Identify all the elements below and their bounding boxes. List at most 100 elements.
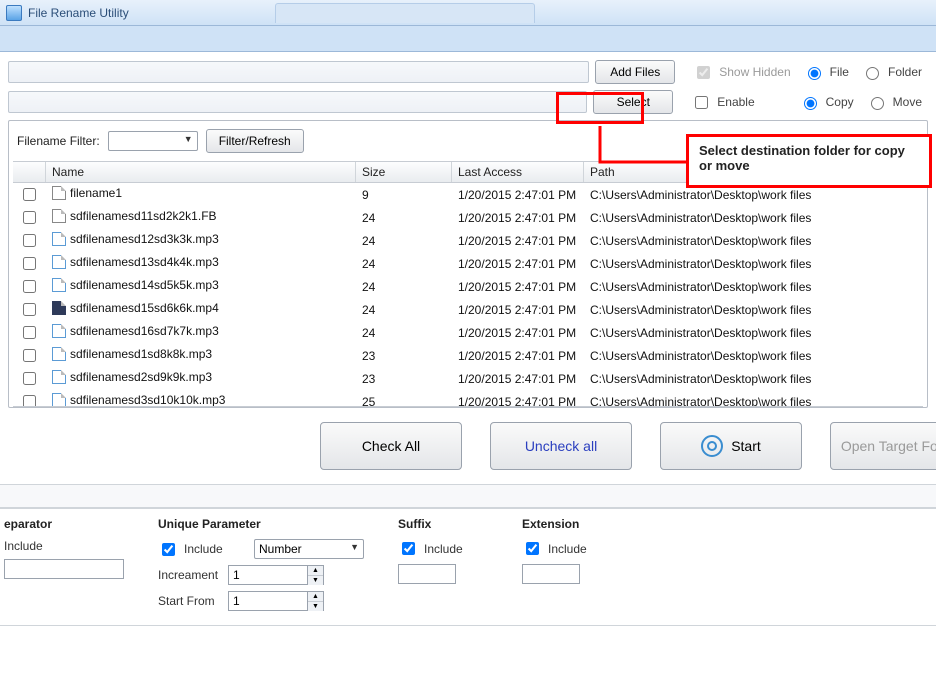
start-from-input[interactable] (229, 592, 307, 610)
col-header-size[interactable]: Size (356, 162, 452, 183)
file-path: C:\Users\Administrator\Desktop\work file… (584, 229, 923, 252)
suffix-include-checkbox[interactable] (402, 542, 415, 555)
check-all-button[interactable]: Check All (320, 422, 462, 470)
destination-path-input[interactable] (8, 91, 587, 113)
suffix-include-label: Include (424, 542, 488, 556)
down-arrow-icon[interactable]: ▼ (308, 576, 323, 585)
file-radio[interactable] (808, 67, 821, 80)
uncheck-all-button[interactable]: Uncheck all (490, 422, 632, 470)
unique-parameter-group: Unique Parameter Include Number Increame… (154, 517, 368, 617)
row-checkbox[interactable] (23, 395, 36, 407)
start-button[interactable]: Start (660, 422, 802, 470)
divider-bar (0, 484, 936, 508)
enable-checkbox[interactable] (695, 96, 708, 109)
table-row[interactable]: sdfilenamesd13sd4k4k.mp3241/20/2015 2:47… (13, 252, 923, 275)
separator-title: eparator (4, 517, 124, 531)
extension-input[interactable] (522, 564, 580, 584)
start-label: Start (731, 438, 761, 454)
file-name: filename1 (70, 186, 122, 200)
file-name: sdfilenamesd11sd2k2k1.FB (70, 209, 217, 223)
folder-radio[interactable] (866, 67, 879, 80)
table-row[interactable]: sdfilenamesd3sd10k10k.mp3251/20/2015 2:4… (13, 390, 923, 407)
filter-combo[interactable] (108, 131, 198, 151)
file-size: 25 (356, 390, 452, 407)
file-icon (52, 232, 66, 246)
add-files-path-input[interactable] (8, 61, 589, 83)
table-row[interactable]: sdfilenamesd15sd6k6k.mp4241/20/2015 2:47… (13, 298, 923, 321)
row-checkbox[interactable] (23, 188, 36, 201)
file-size: 23 (356, 344, 452, 367)
unique-type-selected: Number (255, 542, 302, 556)
unique-include-checkbox[interactable] (162, 543, 175, 556)
file-icon (52, 186, 66, 200)
app-icon (6, 5, 22, 21)
extension-include-checkbox[interactable] (526, 542, 539, 555)
file-name: sdfilenamesd2sd9k9k.mp3 (70, 370, 212, 384)
file-table: Name Size Last Access Path filename191/2… (13, 162, 923, 407)
table-row[interactable]: sdfilenamesd11sd2k2k1.FB241/20/2015 2:47… (13, 206, 923, 229)
table-row[interactable]: sdfilenamesd16sd7k7k.mp3241/20/2015 2:47… (13, 321, 923, 344)
row-checkbox[interactable] (23, 349, 36, 362)
file-size: 23 (356, 367, 452, 390)
row-checkbox[interactable] (23, 211, 36, 224)
file-size: 24 (356, 275, 452, 298)
file-name: sdfilenamesd14sd5k5k.mp3 (70, 278, 219, 292)
separator-input[interactable] (4, 559, 124, 579)
down-arrow-icon[interactable]: ▼ (308, 602, 323, 611)
ribbon-strip (0, 26, 936, 52)
filter-refresh-button[interactable]: Filter/Refresh (206, 129, 304, 153)
file-last-access: 1/20/2015 2:47:01 PM (452, 344, 584, 367)
annotation-highlight-select (556, 92, 644, 124)
separator-group: eparator Include (0, 517, 128, 617)
file-last-access: 1/20/2015 2:47:01 PM (452, 298, 584, 321)
up-arrow-icon[interactable]: ▲ (308, 592, 323, 602)
row-checkbox[interactable] (23, 372, 36, 385)
table-row[interactable]: sdfilenamesd12sd3k3k.mp3241/20/2015 2:47… (13, 229, 923, 252)
file-name: sdfilenamesd1sd8k8k.mp3 (70, 347, 212, 361)
file-name: sdfilenamesd3sd10k10k.mp3 (70, 393, 225, 407)
file-path: C:\Users\Administrator\Desktop\work file… (584, 321, 923, 344)
col-header-name[interactable]: Name (46, 162, 356, 183)
file-icon (52, 255, 66, 269)
file-icon (52, 347, 66, 361)
file-path: C:\Users\Administrator\Desktop\work file… (584, 298, 923, 321)
up-arrow-icon[interactable]: ▲ (308, 566, 323, 576)
folder-radio-label: Folder (888, 65, 922, 79)
open-target-folder-button[interactable]: Open Target Folder (830, 422, 936, 470)
separator-include-label: Include (4, 539, 68, 553)
extension-title: Extension (522, 517, 612, 531)
row-checkbox[interactable] (23, 257, 36, 270)
file-radio-label: File (830, 65, 849, 79)
show-hidden-checkbox[interactable] (697, 66, 710, 79)
increment-spinner[interactable]: ▲▼ (228, 565, 324, 585)
enable-label: Enable (717, 95, 754, 109)
unique-type-combo[interactable]: Number (254, 539, 364, 559)
row-checkbox[interactable] (23, 280, 36, 293)
increment-input[interactable] (229, 566, 307, 584)
start-from-label: Start From (158, 594, 222, 608)
add-files-button[interactable]: Add Files (595, 60, 675, 84)
col-header-last-access[interactable]: Last Access (452, 162, 584, 183)
file-last-access: 1/20/2015 2:47:01 PM (452, 275, 584, 298)
copy-radio[interactable] (804, 97, 817, 110)
table-row[interactable]: sdfilenamesd14sd5k5k.mp3 241/20/2015 2:47… (13, 275, 923, 298)
background-tab (275, 3, 535, 23)
window-title: File Rename Utility (28, 6, 129, 20)
row-checkbox[interactable] (23, 234, 36, 247)
move-radio[interactable] (871, 97, 884, 110)
gear-icon (701, 435, 723, 457)
table-row[interactable]: sdfilenamesd1sd8k8k.mp3 231/20/2015 2:47:… (13, 344, 923, 367)
start-from-spinner[interactable]: ▲▼ (228, 591, 324, 611)
table-row[interactable]: sdfilenamesd2sd9k9k.mp3231/20/2015 2:47:… (13, 367, 923, 390)
col-header-checkbox[interactable] (13, 162, 46, 183)
file-size: 24 (356, 229, 452, 252)
file-path: C:\Users\Administrator\Desktop\work file… (584, 252, 923, 275)
file-last-access: 1/20/2015 2:47:01 PM (452, 183, 584, 207)
row-checkbox[interactable] (23, 326, 36, 339)
suffix-input[interactable] (398, 564, 456, 584)
file-path: C:\Users\Administrator\Desktop\work file… (584, 344, 923, 367)
row-checkbox[interactable] (23, 303, 36, 316)
suffix-group: Suffix Include (394, 517, 492, 617)
increment-label: Increament (158, 568, 222, 582)
file-icon (52, 370, 66, 384)
